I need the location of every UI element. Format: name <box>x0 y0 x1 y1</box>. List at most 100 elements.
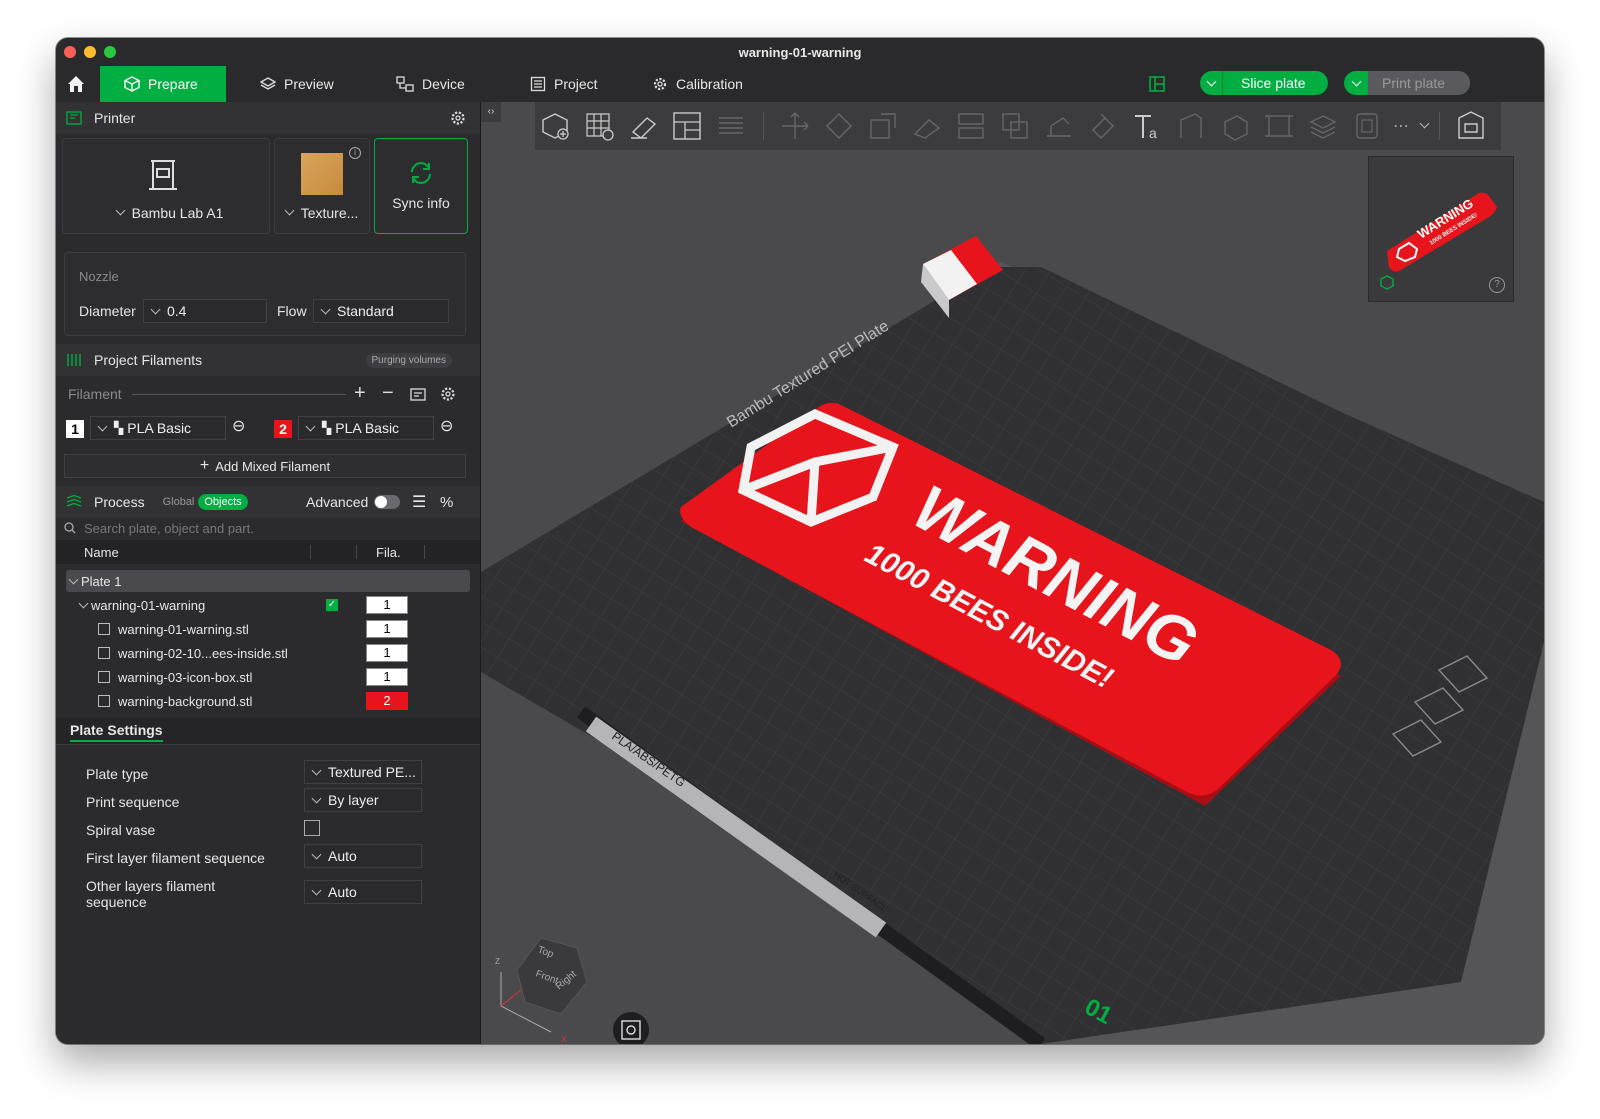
measure-icon[interactable] <box>1219 110 1251 142</box>
part-row[interactable]: warning-background.stl 2 <box>66 690 470 712</box>
part-icon <box>98 671 110 683</box>
col-fila-header[interactable]: Fila. <box>376 545 401 560</box>
part-fila[interactable]: 1 <box>366 644 408 662</box>
objects-toggle[interactable]: Objects <box>198 494 248 510</box>
seam-icon[interactable] <box>1175 110 1207 142</box>
help-icon[interactable]: ? <box>1489 277 1505 293</box>
object-row[interactable]: warning-01-warning ✓ 1 <box>66 594 470 616</box>
remove-filament-icon[interactable]: − <box>382 382 394 405</box>
plate-settings-title[interactable]: Plate Settings <box>70 722 163 742</box>
auto-orient-icon[interactable] <box>627 110 659 142</box>
part-fila[interactable]: 2 <box>366 692 408 710</box>
printer-view-icon[interactable] <box>1455 110 1487 142</box>
print-plate-button[interactable]: Print plate <box>1344 71 1470 95</box>
layout-toggle-button[interactable] <box>1149 76 1165 97</box>
sync-info-button[interactable]: Sync info <box>374 138 468 234</box>
part-row[interactable]: warning-03-icon-box.stl 1 <box>66 666 470 688</box>
part-fila[interactable]: 1 <box>366 620 408 638</box>
tab-prepare[interactable]: Prepare <box>100 66 226 102</box>
app-window: warning-01-warning Prepare Preview Devic… <box>56 38 1544 1044</box>
filament-sync-icon[interactable] <box>410 386 426 402</box>
collapse-icon[interactable] <box>68 574 79 584</box>
printer-settings-icon[interactable] <box>450 110 466 126</box>
add-filament-icon[interactable]: + <box>354 382 366 405</box>
filament-settings-icon[interactable] <box>440 386 456 402</box>
flow-value: Standard <box>337 303 394 319</box>
filament-1-more-icon[interactable]: ⊖ <box>232 416 245 436</box>
slice-dropdown-icon[interactable] <box>1200 71 1223 95</box>
col-name-header[interactable]: Name <box>84 545 119 560</box>
search-input[interactable]: Search plate, object and part. <box>84 521 254 536</box>
plate-type-select[interactable]: Textured PE... <box>304 760 422 784</box>
object-fila[interactable]: 1 <box>366 596 408 614</box>
scale-icon[interactable] <box>867 110 899 142</box>
part-name: warning-01-warning.stl <box>118 621 249 637</box>
tab-preview[interactable]: Preview <box>260 66 334 102</box>
plate-name: Texture... <box>300 205 359 221</box>
support-paint-icon[interactable] <box>1043 110 1075 142</box>
move-icon[interactable] <box>779 110 811 142</box>
slice-layers-icon[interactable] <box>1307 110 1339 142</box>
global-toggle[interactable]: Global <box>163 496 195 508</box>
plate-select-card[interactable]: i Texture... <box>274 138 370 234</box>
part-fila[interactable]: 1 <box>366 668 408 686</box>
part-icon <box>98 623 110 635</box>
filaments-section-header: Project Filaments Purging volumes <box>56 344 480 376</box>
layout-icon <box>1149 76 1165 92</box>
printer-select-card[interactable]: Bambu Lab A1 <box>62 138 270 234</box>
home-button[interactable] <box>64 66 88 102</box>
assembly-icon[interactable] <box>1263 110 1295 142</box>
diameter-select[interactable]: 0.4 <box>143 299 267 323</box>
flow-select[interactable]: Standard <box>313 299 449 323</box>
printer-dropdown-icon <box>115 205 126 216</box>
print-sequence-select[interactable]: By layer <box>304 788 422 812</box>
text-icon[interactable]: a <box>1131 110 1163 142</box>
other-layers-select[interactable]: Auto <box>304 880 422 904</box>
3d-viewport[interactable]: ‹› PLA/ABS/PETG HOT SURFACE Bambu Textur… <box>481 102 1544 1044</box>
add-plate-icon[interactable] <box>583 110 615 142</box>
tab-project[interactable]: Project <box>530 66 598 102</box>
hollow-icon[interactable] <box>1351 110 1383 142</box>
slice-plate-button[interactable]: Slice plate <box>1200 71 1328 95</box>
filament-2-more-icon[interactable]: ⊖ <box>440 416 453 436</box>
arrange-icon[interactable] <box>671 110 703 142</box>
plate-thumbnail[interactable]: WARNING 1000 BEES INSIDE! ? <box>1368 156 1514 302</box>
part-row[interactable]: warning-02-10...ees-inside.stl 1 <box>66 642 470 664</box>
collapse-icon[interactable] <box>78 598 89 608</box>
advanced-toggle[interactable] <box>374 495 400 509</box>
filament-2-swatch[interactable]: 2 <box>274 420 292 438</box>
tab-device-label: Device <box>422 76 465 92</box>
plate-row[interactable]: Plate 1 <box>66 570 470 592</box>
info-icon[interactable]: i <box>349 147 361 159</box>
filament-2-select[interactable]: ▚ PLA Basic <box>298 416 434 440</box>
cut-icon[interactable] <box>955 110 987 142</box>
svg-text:a: a <box>1149 125 1157 141</box>
navigation-cube[interactable]: Front Right Top Z X <box>495 937 588 1044</box>
more-tools-chevron-icon[interactable] <box>1419 118 1430 129</box>
part-row[interactable]: warning-01-warning.stl 1 <box>66 618 470 640</box>
thumbnail-object-icon[interactable] <box>1379 275 1395 291</box>
tab-device[interactable]: Device <box>396 66 465 102</box>
list-view-icon[interactable]: ☰ <box>412 492 426 512</box>
lay-on-face-icon[interactable] <box>911 110 943 142</box>
add-mixed-filament-button[interactable]: + Add Mixed Filament <box>64 454 466 478</box>
more-tools-icon[interactable]: ⋯ <box>1393 116 1409 136</box>
split-icon[interactable] <box>715 110 747 142</box>
add-object-icon[interactable] <box>539 110 571 142</box>
nozzle-title: Nozzle <box>79 269 119 284</box>
color-paint-icon[interactable] <box>1087 110 1119 142</box>
tab-calibration[interactable]: Calibration <box>652 66 743 102</box>
boolean-icon[interactable] <box>999 110 1031 142</box>
print-sequence-label: Print sequence <box>86 794 180 810</box>
object-visible-checkbox[interactable]: ✓ <box>326 599 338 611</box>
filament-1-select[interactable]: ▚ PLA Basic <box>90 416 226 440</box>
search-bar[interactable]: Search plate, object and part. <box>56 518 480 538</box>
purging-volumes-button[interactable]: Purging volumes <box>365 352 452 368</box>
filament-1-swatch[interactable]: 1 <box>66 420 84 438</box>
percent-icon[interactable]: % <box>440 494 453 511</box>
first-layer-select[interactable]: Auto <box>304 844 422 868</box>
print-dropdown-icon[interactable] <box>1344 71 1368 95</box>
rotate-icon[interactable] <box>823 110 855 142</box>
spiral-vase-checkbox[interactable] <box>304 820 320 836</box>
other-layers-value: Auto <box>328 884 357 900</box>
